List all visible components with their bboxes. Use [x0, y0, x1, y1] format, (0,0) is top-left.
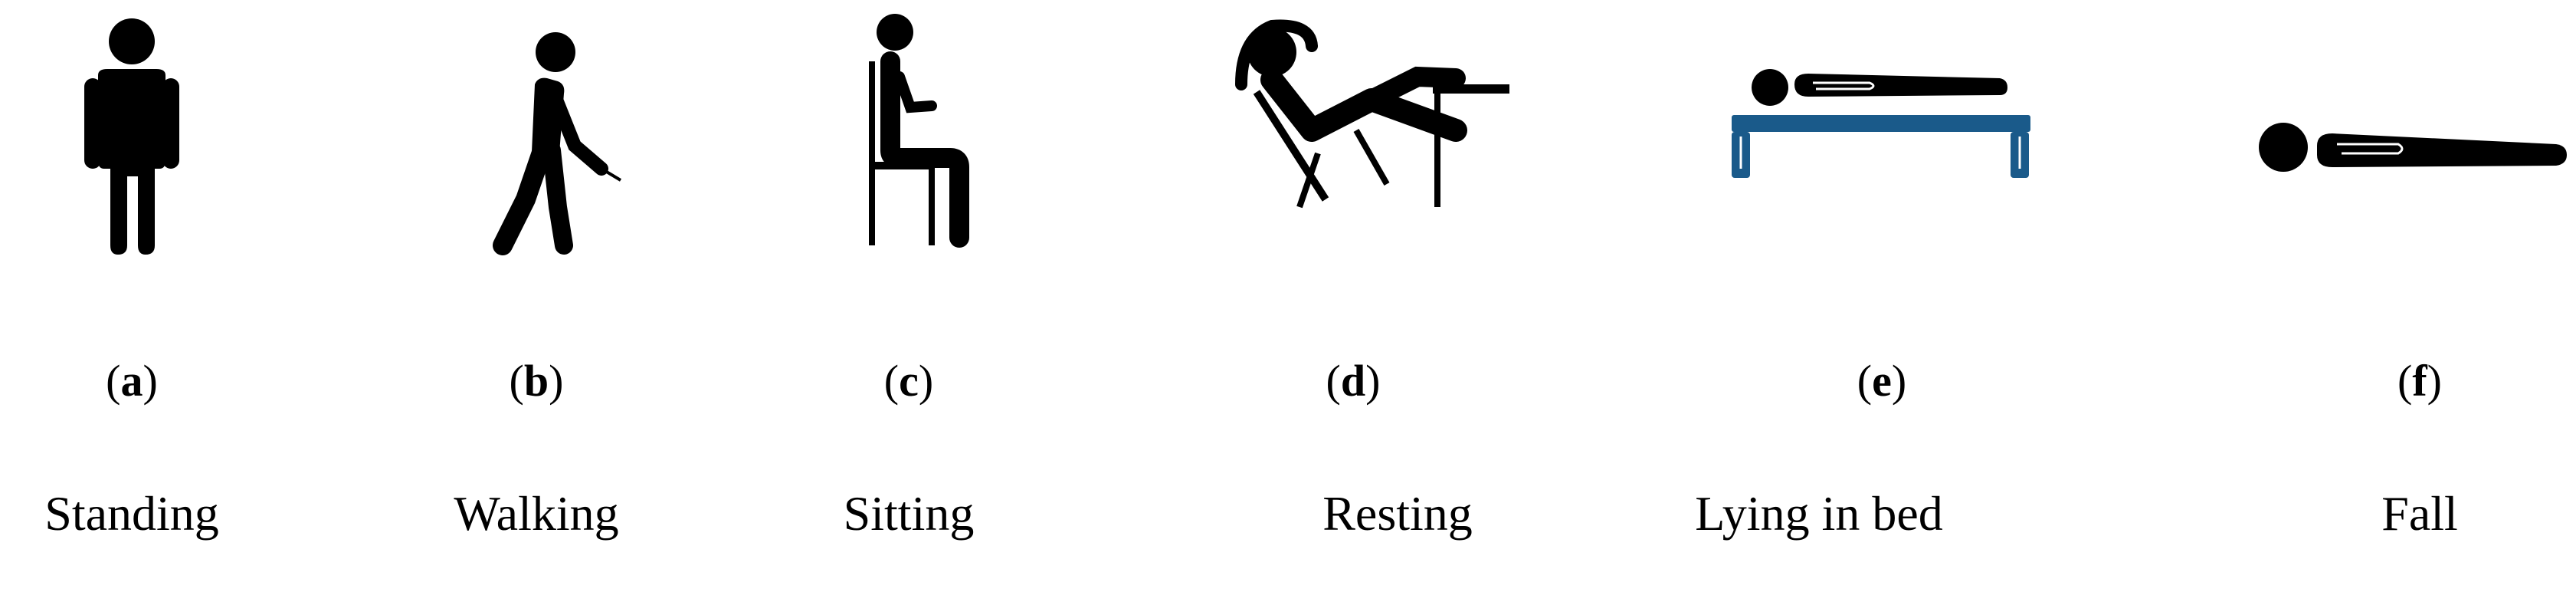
fallen-person-icon: [2253, 15, 2574, 199]
caption-fall: Fall: [2381, 486, 2458, 541]
panel-letter-c: (c): [883, 356, 934, 406]
panel-letter-e: (e): [1857, 356, 1907, 406]
panel-letter-b: (b): [509, 356, 564, 406]
caption-sitting: Sitting: [843, 486, 975, 541]
standing-person-icon: [61, 15, 207, 261]
caption-lying-in-bed: Lying in bed: [1695, 486, 1943, 541]
panel-letter-d: (d): [1326, 356, 1381, 406]
resting-person-icon: [1226, 15, 1517, 245]
caption-walking: Walking: [454, 486, 619, 541]
activity-figure: (a) (b) (c) (d) (e) (f) Standing Walking…: [0, 0, 2576, 592]
walking-person-icon: [467, 15, 636, 261]
panel-letter-f: (f): [2397, 356, 2442, 406]
caption-resting: Resting: [1322, 486, 1473, 541]
lying-in-bed-icon: [1716, 15, 2053, 215]
caption-standing: Standing: [44, 486, 219, 541]
sitting-person-icon: [858, 14, 1011, 261]
panel-letter-a: (a): [106, 356, 158, 406]
